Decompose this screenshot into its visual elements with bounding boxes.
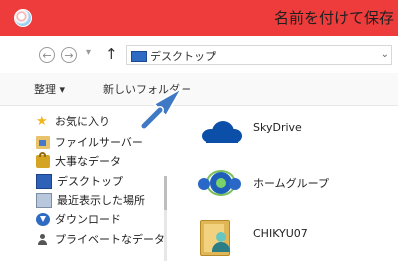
back-arrow-icon[interactable]: ← — [39, 47, 55, 63]
content-item-homegroup[interactable]: ホームグループ — [198, 166, 398, 204]
breadcrumb-label[interactable]: デスクトップ — [150, 48, 216, 64]
save-as-window: 名前を付けて保存 ← → ▾ ↑ デスクトップ › ⌄ 整理 ▾ 新しいフォルダ… — [0, 0, 398, 261]
sidebar-item-private-data[interactable]: プライベートなデータ — [36, 230, 165, 248]
lock-icon — [36, 151, 50, 168]
user-folder-icon — [198, 218, 244, 256]
title-bar: 名前を付けて保存 — [0, 0, 398, 37]
address-path[interactable]: デスクトップ › ⌄ — [126, 45, 392, 65]
content-item-label: CHIKYU07 — [253, 227, 308, 240]
desktop-icon — [36, 173, 52, 189]
person-icon — [36, 233, 50, 246]
recent-places-icon — [36, 192, 52, 208]
star-icon: ★ — [36, 113, 48, 129]
pointer-arrow-icon — [140, 87, 183, 130]
sidebar-item-label: ダウンロード — [55, 213, 121, 226]
history-dropdown-icon[interactable]: ▾ — [86, 47, 91, 58]
app-icon — [14, 9, 32, 27]
server-folder-icon — [36, 135, 50, 149]
content-item-chikyu07[interactable]: CHIKYU07 — [198, 218, 398, 256]
skydrive-icon — [198, 117, 244, 151]
sidebar-item-label: デスクトップ — [57, 175, 123, 188]
sidebar-item-label: 最近表示した場所 — [57, 194, 145, 207]
sidebar-scrollbar-thumb[interactable] — [164, 176, 167, 210]
sidebar-item-label: 大事なデータ — [55, 155, 121, 168]
sidebar-item-label: プライベートなデータ — [55, 233, 165, 246]
desktop-icon — [131, 51, 147, 62]
content-item-label: ホームグループ — [253, 177, 330, 190]
address-bar: ← → ▾ ↑ デスクトップ › ⌄ — [0, 36, 398, 74]
content-item-skydrive[interactable]: SkyDrive — [198, 112, 398, 150]
sidebar-item-favorites[interactable]: ★ お気に入り — [36, 112, 110, 130]
organize-button[interactable]: 整理 ▾ — [34, 81, 65, 97]
forward-arrow-icon[interactable]: → — [61, 47, 77, 63]
content-pane: SkyDrive ホームグループ CHIKYU07 — [168, 106, 398, 261]
sidebar-item-desktop[interactable]: デスクトップ — [36, 172, 123, 190]
up-arrow-icon[interactable]: ↑ — [105, 45, 118, 63]
toolbar: 整理 ▾ 新しいフォルダー — [0, 73, 398, 106]
content-item-label: SkyDrive — [253, 121, 302, 134]
sidebar-item-label: ファイルサーバー — [55, 136, 143, 149]
download-icon — [36, 212, 50, 226]
sidebar-item-important-data[interactable]: 大事なデータ — [36, 151, 121, 170]
homegroup-icon — [198, 166, 244, 200]
sidebar-item-file-server[interactable]: ファイルサーバー — [36, 133, 143, 151]
window-title: 名前を付けて保存 — [273, 9, 394, 27]
sidebar-item-label: お気に入り — [55, 115, 110, 128]
sidebar-item-recent-places[interactable]: 最近表示した場所 — [36, 191, 145, 209]
breadcrumb-chevron-icon[interactable]: › — [212, 47, 216, 60]
sidebar-item-downloads[interactable]: ダウンロード — [36, 210, 121, 228]
address-dropdown-icon[interactable]: ⌄ — [381, 49, 389, 60]
